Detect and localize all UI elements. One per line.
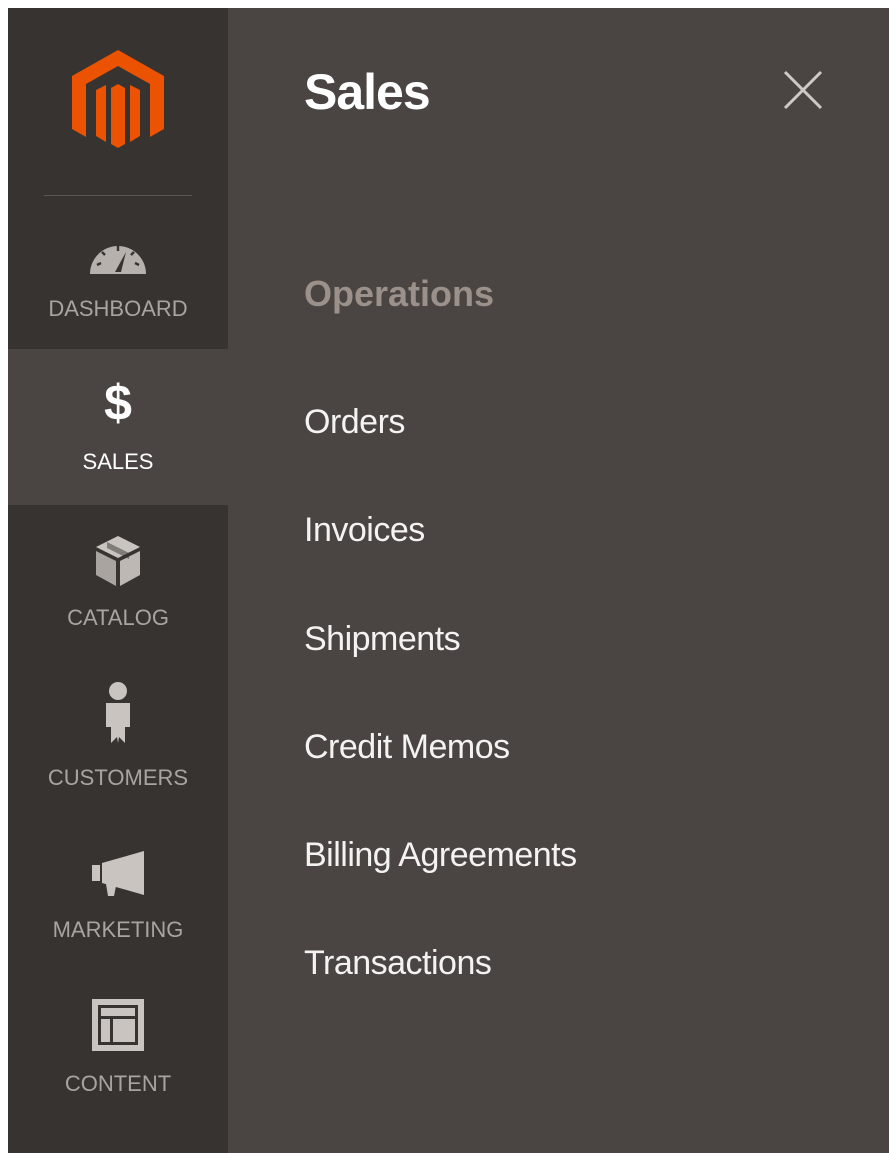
admin-sidebar: DASHBOARD $ SALES CATALOG CUSTOMERS MARK… [8,8,228,1153]
sidebar-item-label: SALES [82,449,154,474]
sidebar-item-label: DASHBOARD [48,296,188,321]
sidebar-item-sales[interactable]: $ SALES [8,349,228,505]
menu-item-credit-memos[interactable]: Credit Memos [304,728,510,767]
panel-title: Sales [304,64,431,120]
sidebar-item-label: CONTENT [64,1071,172,1096]
dollar-icon: $ [104,375,132,431]
magento-logo-icon[interactable] [70,50,166,155]
sidebar-item-label: CATALOG [67,605,169,630]
sidebar-item-catalog[interactable]: CATALOG [8,505,228,661]
close-icon[interactable] [779,66,827,114]
sidebar-item-label: CUSTOMERS [47,765,189,790]
admin-frame: DASHBOARD $ SALES CATALOG CUSTOMERS MARK… [8,8,889,1153]
megaphone-icon [90,849,146,897]
menu-item-transactions[interactable]: Transactions [304,944,492,983]
person-icon [101,681,135,745]
sidebar-item-customers[interactable]: CUSTOMERS [8,661,228,817]
menu-item-orders[interactable]: Orders [304,403,405,442]
sidebar-divider [44,195,192,196]
box-icon [93,533,143,589]
sidebar-item-dashboard[interactable]: DASHBOARD [8,198,228,349]
sidebar-item-label: MARKETING [52,917,184,942]
section-title-operations: Operations [304,273,495,314]
sidebar-item-marketing[interactable]: MARKETING [8,817,228,973]
layout-icon [90,997,146,1053]
sidebar-item-content[interactable]: CONTENT [8,973,228,1129]
menu-item-invoices[interactable]: Invoices [304,511,425,550]
menu-item-shipments[interactable]: Shipments [304,620,461,659]
menu-item-billing-agreements[interactable]: Billing Agreements [304,836,577,875]
dashboard-gauge-icon [88,234,148,276]
